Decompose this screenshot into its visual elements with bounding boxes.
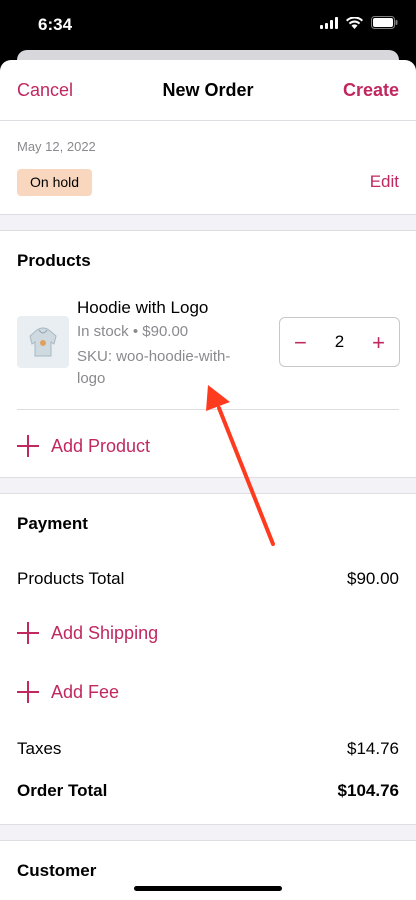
product-thumbnail [17, 316, 69, 368]
section-divider [0, 477, 416, 494]
add-fee-label: Add Fee [51, 681, 120, 702]
customer-section: Customer [0, 841, 416, 900]
products-total-row: Products Total $90.00 [17, 569, 399, 589]
cellular-signal-icon [320, 16, 338, 29]
add-shipping-button[interactable]: Add Shipping [17, 622, 158, 644]
plus-icon [17, 681, 39, 703]
product-stock-price: In stock • $90.00 [77, 323, 189, 340]
taxes-row: Taxes $14.76 [17, 739, 399, 759]
increase-quantity-button[interactable]: + [372, 330, 385, 356]
taxes-value: $14.76 [347, 739, 399, 758]
order-total-label: Order Total [17, 781, 108, 800]
products-total-value: $90.00 [347, 569, 399, 588]
payment-section: Payment Products Total $90.00 Add Shippi… [0, 494, 416, 824]
order-status-section: May 12, 2022 On hold Edit [0, 121, 416, 214]
order-total-value: $104.76 [337, 781, 399, 800]
order-date: May 12, 2022 [17, 139, 96, 154]
product-name: Hoodie with Logo [77, 298, 209, 317]
add-product-label: Add Product [51, 435, 151, 456]
status-icons [320, 16, 398, 29]
create-button[interactable]: Create [343, 80, 399, 101]
navigation-bar: Cancel New Order Create [0, 60, 416, 121]
status-badge: On hold [17, 169, 93, 196]
products-section: Products Hoodie with Logo In stock • $90… [0, 231, 416, 477]
add-fee-button[interactable]: Add Fee [17, 681, 119, 703]
customer-title: Customer [17, 861, 97, 880]
wifi-icon [346, 16, 363, 29]
products-total-label: Products Total [17, 569, 125, 588]
plus-icon [17, 622, 39, 644]
payment-title: Payment [17, 514, 88, 533]
edit-status-button[interactable]: Edit [370, 172, 399, 192]
taxes-label: Taxes [17, 739, 62, 758]
order-total-row: Order Total $104.76 [17, 781, 399, 801]
add-product-button[interactable]: Add Product [17, 435, 150, 457]
new-order-sheet: Cancel New Order Create May 12, 2022 On … [0, 60, 416, 900]
products-title: Products [17, 251, 91, 270]
battery-icon [371, 16, 398, 29]
plus-icon [17, 435, 39, 457]
product-sku: SKU: woo-hoodie-with-logo [77, 348, 231, 387]
home-indicator [134, 886, 282, 891]
hoodie-icon [29, 327, 57, 357]
add-shipping-label: Add Shipping [51, 622, 159, 643]
status-bar: 6:34 [0, 0, 416, 50]
products-divider [17, 409, 399, 410]
quantity-stepper: − 2 + [279, 317, 400, 367]
section-divider [0, 824, 416, 841]
status-time: 6:34 [38, 15, 73, 34]
section-divider [0, 214, 416, 231]
